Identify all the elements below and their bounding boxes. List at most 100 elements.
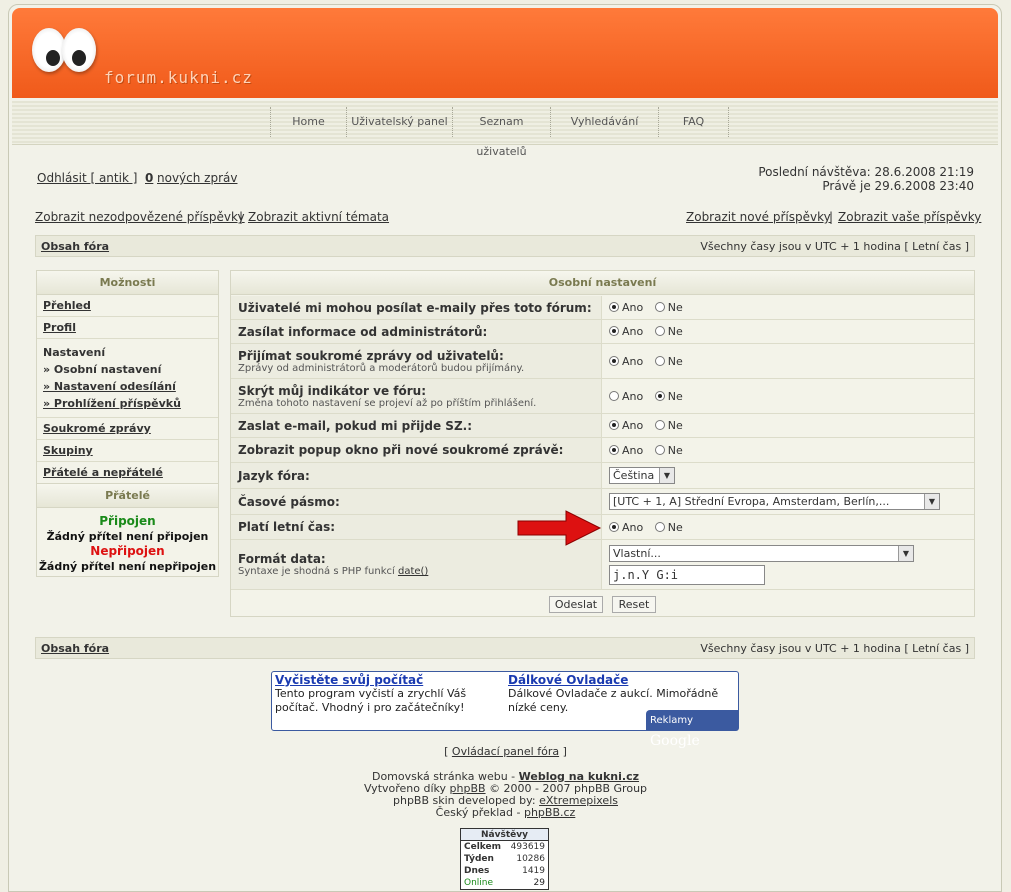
counter-row: Dnes 1419 — [464, 866, 545, 876]
footer-admin: [ Ovládací panel fóra ] — [444, 745, 567, 758]
radio-label: Ano — [622, 355, 644, 368]
visit-counter[interactable]: Návštěvy Celkem 493619 Týden 10286 Dnes 141… — [460, 828, 549, 890]
dst-yes-radio[interactable] — [609, 522, 619, 532]
setting-label: Zobrazit popup okno při nové soukromé zp… — [238, 443, 564, 457]
arrow-pointer-icon — [517, 510, 602, 546]
phpbb-cz-link[interactable]: phpBB.cz — [524, 806, 575, 819]
friends-box: Přátelé Připojen Žádný přítel není připo… — [36, 483, 219, 577]
personal-settings-panel: Osobní nastavení Uživatelé mi mohou posí… — [230, 270, 975, 617]
ads-label: Reklamy — [650, 715, 694, 726]
sidebar-settings-title: Nastavení — [43, 346, 106, 359]
setting-row-hide-online: Skrýt můj indikátor ve fóru: Změna tohoto… — [231, 379, 974, 414]
radio-label: Ano — [622, 521, 644, 534]
setting-label: Přijímat soukromé zprávy od uživatelů: — [238, 349, 504, 363]
nav-search[interactable]: Vyhledávání — [550, 107, 658, 137]
sidebar-item-overview[interactable]: Přehled — [37, 295, 218, 317]
timezone-info: Všechny časy jsou v UTC + 1 hodina [ Let… — [700, 642, 969, 655]
counter-row: Týden 10286 — [464, 854, 545, 864]
pm-count[interactable]: 0 — [145, 171, 153, 185]
date-format-input[interactable]: j.n.Y G:i — [609, 565, 765, 585]
nav-home[interactable]: Home — [270, 107, 346, 137]
radio-label: Ano — [622, 444, 644, 457]
reset-button[interactable]: Reset — [612, 596, 656, 613]
forum-index-link[interactable]: Obsah fóra — [41, 642, 109, 655]
popup-pm-yes-radio[interactable] — [609, 445, 619, 455]
radio-label: Ne — [667, 355, 683, 368]
sidebar-item-viewing-settings[interactable]: » Prohlížení příspěvků — [43, 395, 212, 412]
language-select[interactable]: Čeština ▼ — [609, 467, 675, 484]
allow-email-yes-radio[interactable] — [609, 302, 619, 312]
allow-email-no-radio[interactable] — [654, 302, 665, 312]
ad-text-1[interactable]: Tento program vyčistí a zrychlí Váš počí… — [275, 687, 495, 715]
friends-title: Přátelé — [37, 484, 218, 508]
date-function-link[interactable]: date() — [398, 566, 428, 577]
your-posts-link[interactable]: Zobrazit vaše příspěvky — [838, 210, 981, 224]
current-time: Právě je 29.6.2008 23:40 — [822, 179, 974, 193]
pm-link[interactable]: nových zpráv — [157, 171, 237, 185]
new-posts-link[interactable]: Zobrazit nové příspěvky — [686, 210, 831, 224]
radio-label: Ano — [622, 390, 644, 403]
sidebar-item-private-messages[interactable]: Soukromé zprávy — [37, 418, 218, 440]
nav-user-panel[interactable]: Uživatelský panel — [346, 107, 452, 137]
logout-link[interactable]: Odhlásit [ antik ] — [37, 171, 137, 185]
setting-row-admin-mail: Zasílat informace od administrátorů: Ano… — [231, 320, 974, 344]
ad-title-1[interactable]: Vyčistěte svůj počítač — [275, 673, 423, 687]
setting-row-notify-pm: Zaslat e-mail, pokud mi přijde SZ.: Ano … — [231, 414, 974, 438]
nav-divider — [728, 107, 729, 137]
allow-pm-yes-radio[interactable] — [609, 356, 619, 366]
setting-row-language: Jazyk fóra: Čeština ▼ — [231, 463, 974, 489]
ad-block: Vyčistěte svůj počítač Tento program vyč… — [271, 671, 739, 749]
breadcrumb-bar-bottom: Obsah fóra Všechny časy jsou v UTC + 1 h… — [35, 637, 975, 659]
chevron-down-icon: ▼ — [659, 468, 674, 483]
dst-no-radio[interactable] — [654, 522, 665, 532]
counter-title: Návštěvy — [461, 829, 548, 841]
unanswered-posts-link[interactable]: Zobrazit nezodpovězené příspěvky — [35, 210, 245, 224]
popup-pm-no-radio[interactable] — [654, 445, 665, 455]
footer-text: Český překlad - — [435, 806, 521, 819]
notify-pm-yes-radio[interactable] — [609, 420, 619, 430]
date-format-select[interactable]: Vlastní... ▼ — [609, 545, 914, 562]
radio-label: Ano — [622, 301, 644, 314]
site-brand[interactable]: forum.kukni.cz — [104, 68, 253, 87]
nav-faq[interactable]: FAQ — [658, 107, 728, 137]
chevron-down-icon: ▼ — [898, 546, 913, 561]
friends-online-heading: Připojen — [99, 514, 156, 528]
ad-title-2[interactable]: Dálkové Ovladače — [508, 673, 628, 687]
radio-label: Ano — [622, 419, 644, 432]
radio-label: Ne — [667, 521, 683, 534]
submit-button[interactable]: Odeslat — [549, 596, 603, 613]
ads-by-google-badge[interactable]: Reklamy Google — [646, 710, 738, 749]
sidebar-item-posting-settings[interactable]: » Nastavení odesílání — [43, 378, 212, 395]
radio-label: Ne — [667, 419, 683, 432]
timezone-info: Všechny časy jsou v UTC + 1 hodina [ Let… — [700, 240, 969, 253]
allow-pm-no-radio[interactable] — [654, 356, 665, 366]
sidebar-item-groups[interactable]: Skupiny — [37, 440, 218, 462]
timezone-select[interactable]: [UTC + 1, A] Střední Evropa, Amsterdam, … — [609, 493, 940, 510]
active-topics-link[interactable]: Zobrazit aktivní témata — [248, 210, 389, 224]
setting-label: Zaslat e-mail, pokud mi přijde SZ.: — [238, 419, 473, 433]
setting-hint: Zprávy od administrátorů a moderátorů bu… — [238, 363, 525, 374]
separator: | — [829, 210, 834, 224]
admin-mail-yes-radio[interactable] — [609, 326, 619, 336]
radio-label: Ne — [667, 301, 683, 314]
setting-hint: Syntaxe je shodná s PHP funkcí — [238, 566, 395, 577]
separator: | — [239, 210, 244, 224]
date-format-select-value: Vlastní... — [613, 547, 661, 560]
radio-label: Ne — [667, 325, 683, 338]
admin-panel-link[interactable]: Ovládací panel fóra — [452, 745, 559, 758]
setting-row-timezone: Časové pásmo: [UTC + 1, A] Střední Evrop… — [231, 489, 974, 515]
sidebar-item-friends-foes[interactable]: Přátelé a nepřátelé — [37, 462, 218, 484]
friends-offline-empty: Žádný přítel není nepřipojen — [38, 560, 217, 573]
notify-pm-no-radio[interactable] — [654, 420, 665, 430]
sidebar-item-personal-settings[interactable]: » Osobní nastavení — [43, 361, 212, 378]
hide-online-no-radio[interactable] — [654, 391, 665, 401]
sidebar-settings-group: Nastavení » Osobní nastavení » Nastavení… — [37, 339, 218, 418]
forum-index-link[interactable]: Obsah fóra — [41, 240, 109, 253]
setting-row-allow-email: Uživatelé mi mohou posílat e-maily přes … — [231, 296, 974, 320]
sidebar-item-profile[interactable]: Profil — [37, 317, 218, 339]
logo-eyes-icon[interactable] — [32, 22, 102, 78]
admin-mail-no-radio[interactable] — [654, 326, 665, 336]
hide-online-yes-radio[interactable] — [609, 391, 619, 401]
nav-member-list[interactable]: Seznam uživatelů — [452, 107, 550, 158]
friends-offline-heading: Nepřipojen — [90, 544, 165, 558]
